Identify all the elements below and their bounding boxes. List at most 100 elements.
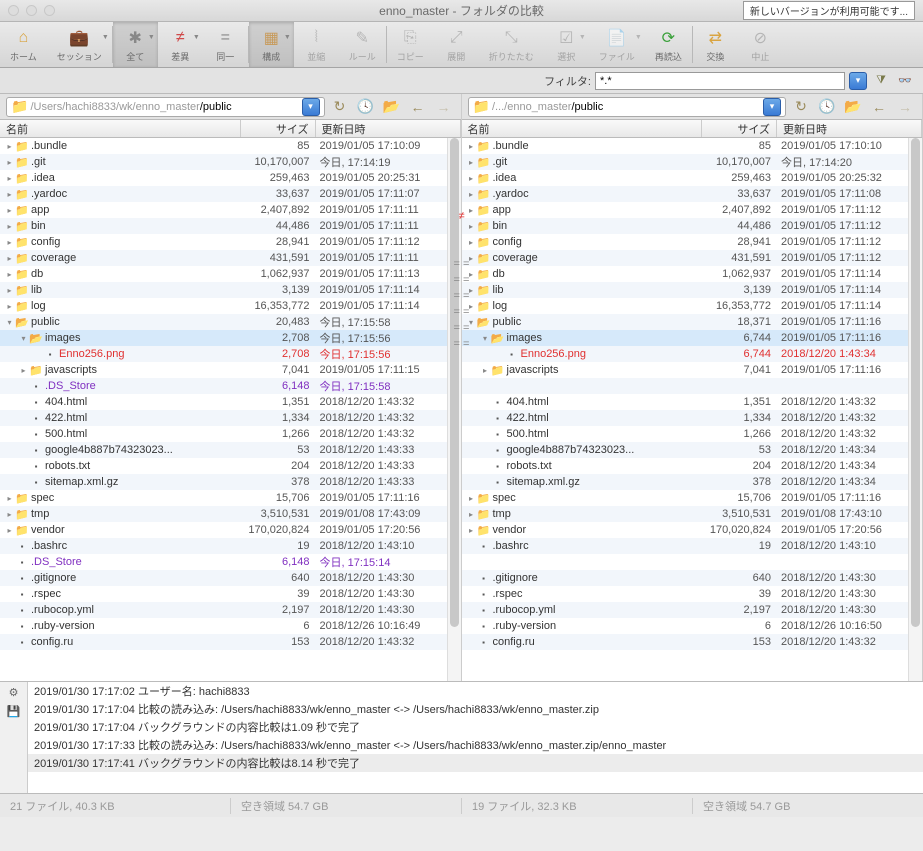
back-icon[interactable]: ← [407,97,429,117]
history-icon[interactable]: 🕓 [355,97,377,117]
file-row[interactable]: ▸📁tmp3,510,5312019/01/08 17:43:09 [0,506,461,522]
file-row[interactable]: ▸📁config28,9412019/01/05 17:11:12 [462,234,923,250]
file-row[interactable]: ▸📁coverage431,5912019/01/05 17:11:12 [462,250,923,266]
forward-icon[interactable]: → [433,97,455,117]
right-filelist[interactable]: ▸📁.bundle852019/01/05 17:10:10▸📁.git10,1… [462,138,923,681]
file-row[interactable]: ▪.rspec392018/12/20 1:43:30 [0,586,461,602]
save-icon[interactable]: 💾 [7,705,21,718]
file-row[interactable]: ▸📁coverage431,5912019/01/05 17:11:11 [0,250,461,266]
close-icon[interactable] [8,5,19,16]
col-date[interactable]: 更新日時 [316,120,461,137]
toolbar-折りたたむ[interactable]: ⤡折りたたむ [479,22,544,67]
file-row[interactable]: ▾📂images2,708今日, 17:15:56 [0,330,461,346]
col-name[interactable]: 名前 [462,120,703,137]
file-row[interactable]: ▪.bashrc192018/12/20 1:43:10 [0,538,461,554]
file-row[interactable]: ▪500.html1,2662018/12/20 1:43:32 [462,426,923,442]
file-row[interactable]: ▪.bashrc192018/12/20 1:43:10 [462,538,923,554]
file-row[interactable]: ▸📁.git10,170,007今日, 17:14:20 [462,154,923,170]
file-row[interactable]: ▪500.html1,2662018/12/20 1:43:32 [0,426,461,442]
file-row[interactable]: ▸📁tmp3,510,5312019/01/08 17:43:10 [462,506,923,522]
history-icon[interactable]: 🕓 [816,97,838,117]
file-row[interactable]: ▪.rubocop.yml2,1972018/12/20 1:43:30 [462,602,923,618]
scrollbar[interactable] [908,138,922,681]
file-row[interactable]: ▸📁.idea259,4632019/01/05 20:25:32 [462,170,923,186]
file-row[interactable]: ▪422.html1,3342018/12/20 1:43:32 [0,410,461,426]
file-row[interactable]: ▸📁log16,353,7722019/01/05 17:11:14 [0,298,461,314]
refresh-icon[interactable]: ↻ [790,97,812,117]
gear-icon[interactable]: ⚙ [9,686,19,699]
file-row[interactable]: ▸📁vendor170,020,8242019/01/05 17:20:56 [462,522,923,538]
file-row[interactable]: ▪.gitignore6402018/12/20 1:43:30 [0,570,461,586]
file-row[interactable]: ▪.rubocop.yml2,1972018/12/20 1:43:30 [0,602,461,618]
file-row[interactable]: ▸📁log16,353,7722019/01/05 17:11:14 [462,298,923,314]
left-filelist[interactable]: ▸📁.bundle852019/01/05 17:10:09▸📁.git10,1… [0,138,461,681]
file-row[interactable]: ▾📂public18,3712019/01/05 17:11:16 [462,314,923,330]
col-size[interactable]: サイズ [241,120,316,137]
toolbar-交換[interactable]: ⇄交換 [693,22,738,67]
toolbar-差異[interactable]: ≠差異▼ [158,22,203,67]
browse-icon[interactable]: 📂 [842,97,864,117]
file-row[interactable]: ▸📁spec15,7062019/01/05 17:11:16 [462,490,923,506]
file-row[interactable]: ▾📂images6,7442019/01/05 17:11:16 [462,330,923,346]
file-row[interactable]: ▪google4b887b74323023...532018/12/20 1:4… [0,442,461,458]
toolbar-展開[interactable]: ⤢展開 [434,22,479,67]
update-badge[interactable]: 新しいバージョンが利用可能です... [743,1,915,20]
file-row[interactable]: ▸📁.yardoc33,6372019/01/05 17:11:07 [0,186,461,202]
toolbar-中止[interactable]: ⊘中止 [738,22,783,67]
file-row[interactable]: ▪.gitignore6402018/12/20 1:43:30 [462,570,923,586]
filter-input[interactable] [595,72,845,90]
log-body[interactable]: 2019/01/30 17:17:02 ユーザー名: hachi88332019… [28,682,923,793]
file-row[interactable]: ▪404.html1,3512018/12/20 1:43:32 [0,394,461,410]
file-row[interactable]: ▸📁vendor170,020,8242019/01/05 17:20:56 [0,522,461,538]
filter-dropdown-icon[interactable]: ▾ [849,72,867,90]
file-row[interactable]: ▪404.html1,3512018/12/20 1:43:32 [462,394,923,410]
file-row[interactable]: ▪config.ru1532018/12/20 1:43:32 [462,634,923,650]
file-row[interactable]: ▸📁.yardoc33,6372019/01/05 17:11:08 [462,186,923,202]
file-row[interactable]: ▪422.html1,3342018/12/20 1:43:32 [462,410,923,426]
file-row[interactable]: ▪config.ru1532018/12/20 1:43:32 [0,634,461,650]
binoculars-icon[interactable]: 👓 [895,71,915,91]
file-row[interactable]: ▸📁db1,062,9372019/01/05 17:11:14 [462,266,923,282]
toolbar-選択[interactable]: ☑選択▼ [544,22,589,67]
file-row[interactable]: ▸📁.idea259,4632019/01/05 20:25:31 [0,170,461,186]
file-row[interactable]: ▸📁lib3,1392019/01/05 17:11:14 [462,282,923,298]
funnel-icon[interactable]: ⧩ [871,71,891,91]
file-row[interactable]: ▪.ruby-version62018/12/26 10:16:50 [462,618,923,634]
browse-icon[interactable]: 📂 [381,97,403,117]
toolbar-ルール[interactable]: ✎ルール [339,22,386,67]
minimize-icon[interactable] [26,5,37,16]
refresh-icon[interactable]: ↻ [329,97,351,117]
file-row[interactable]: ▸📁lib3,1392019/01/05 17:11:14 [0,282,461,298]
file-row[interactable]: ▪sitemap.xml.gz3782018/12/20 1:43:33 [0,474,461,490]
path-dropdown-icon[interactable]: ▾ [302,98,320,116]
file-row[interactable]: ▪.rspec392018/12/20 1:43:30 [462,586,923,602]
col-date[interactable]: 更新日時 [777,120,922,137]
file-row[interactable] [462,378,923,394]
toolbar-同一[interactable]: =同一 [203,22,248,67]
file-row[interactable]: ▸📁.git10,170,007今日, 17:14:19 [0,154,461,170]
file-row[interactable]: ▪.DS_Store6,148今日, 17:15:58 [0,378,461,394]
file-row[interactable]: ▸📁db1,062,9372019/01/05 17:11:13 [0,266,461,282]
col-name[interactable]: 名前 [0,120,241,137]
file-row[interactable]: ▸📁app2,407,8922019/01/05 17:11:11 [0,202,461,218]
file-row[interactable]: ▸📁javascripts7,0412019/01/05 17:11:16 [462,362,923,378]
right-path-input[interactable]: 📁 /.../enno_master/public ▾ [468,97,787,117]
zoom-icon[interactable] [44,5,55,16]
toolbar-再読込[interactable]: ⟳再読込 [645,22,692,67]
file-row[interactable]: ▸📁.bundle852019/01/05 17:10:09 [0,138,461,154]
toolbar-ホーム[interactable]: ⌂ホーム [0,22,47,67]
toolbar-コピー[interactable]: ⎘コピー [387,22,434,67]
file-row[interactable]: ▸📁.bundle852019/01/05 17:10:10 [462,138,923,154]
toolbar-構成[interactable]: ▦構成▼ [249,22,294,67]
file-row[interactable]: ▪.DS_Store6,148今日, 17:15:14 [0,554,461,570]
file-row[interactable]: ▸📁bin44,4862019/01/05 17:11:11 [0,218,461,234]
file-row[interactable]: ▪sitemap.xml.gz3782018/12/20 1:43:34 [462,474,923,490]
file-row[interactable]: ▸📁spec15,7062019/01/05 17:11:16 [0,490,461,506]
toolbar-並縮[interactable]: ⦚並縮 [294,22,339,67]
toolbar-セッション[interactable]: 💼セッション▼ [47,22,112,67]
file-row[interactable]: ▸📁javascripts7,0412019/01/05 17:11:15 [0,362,461,378]
back-icon[interactable]: ← [868,97,890,117]
file-row[interactable]: ▪google4b887b74323023...532018/12/20 1:4… [462,442,923,458]
path-dropdown-icon[interactable]: ▾ [763,98,781,116]
file-row[interactable]: ▾📂public20,483今日, 17:15:58 [0,314,461,330]
